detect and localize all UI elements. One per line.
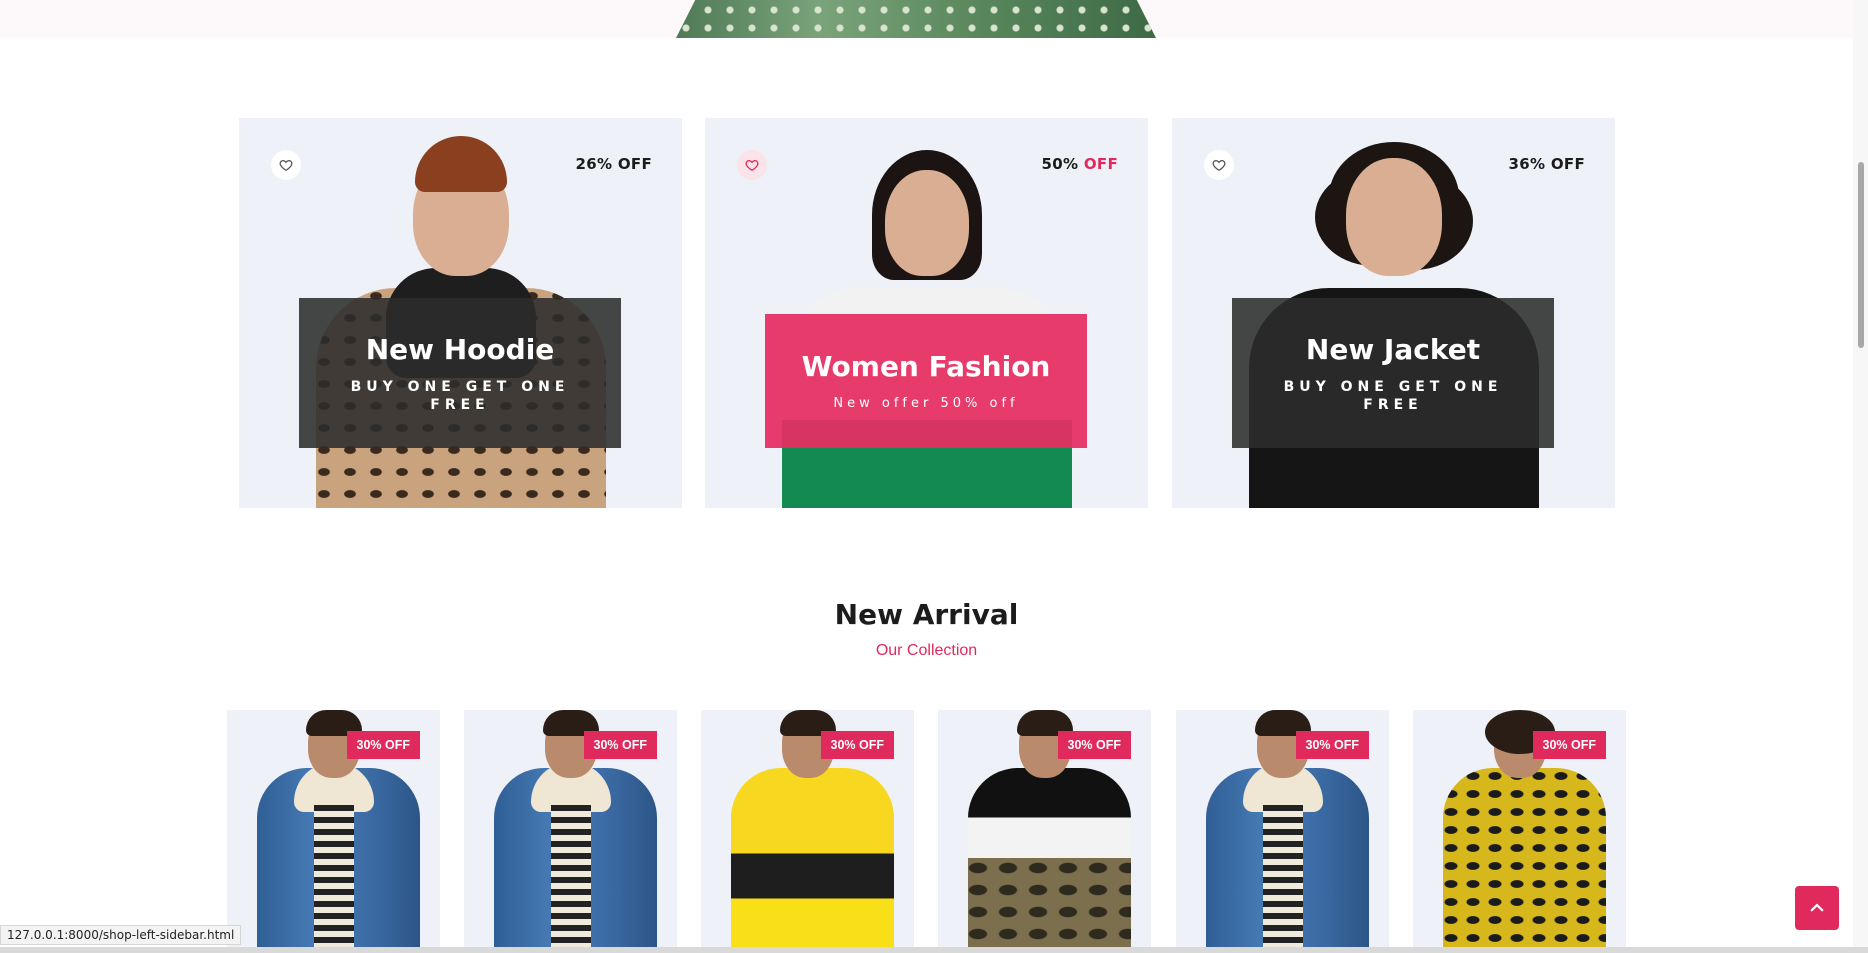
wishlist-heart-icon[interactable] (737, 150, 767, 180)
product-card[interactable]: 30% OFF (464, 710, 677, 953)
discount-badge: 30% OFF (346, 731, 420, 759)
promo-card-women-fashion[interactable]: 50% OFF Women Fashion New offer 50% off (705, 118, 1148, 508)
status-bar-url: 127.0.0.1:8000/shop-left-sidebar.html (0, 925, 242, 945)
wishlist-heart-icon[interactable] (271, 150, 301, 180)
hero-banner-bottom (0, 0, 1868, 38)
hero-model-image (676, 0, 1156, 38)
discount-badge: 30% OFF (820, 731, 894, 759)
promo-subtitle: New offer 50% off (833, 395, 1019, 411)
vertical-scrollbar[interactable] (1853, 0, 1868, 953)
product-image (731, 768, 894, 953)
discount-label: 50% OFF (1041, 155, 1118, 173)
promo-title: Women Fashion (801, 349, 1051, 383)
wishlist-heart-icon[interactable] (1204, 150, 1234, 180)
promo-title: New Jacket (1305, 332, 1481, 366)
discount-label: 36% OFF (1508, 155, 1585, 173)
product-card[interactable]: 30% OFF (701, 710, 914, 953)
promo-subtitle: BUY ONE GET ONE FREE (350, 378, 570, 413)
promo-card-jacket[interactable]: 36% OFF New Jacket BUY ONE GET ONE FREE (1172, 118, 1615, 508)
promo-overlay[interactable]: Women Fashion New offer 50% off (765, 314, 1087, 448)
product-card[interactable]: 30% OFF (1413, 710, 1626, 953)
promo-subtitle: BUY ONE GET ONE FREE (1283, 378, 1503, 413)
promo-title: New Hoodie (365, 332, 555, 366)
promo-overlay[interactable]: New Jacket BUY ONE GET ONE FREE (1232, 298, 1554, 448)
discount-label: 26% OFF (575, 155, 652, 173)
scrollbar-thumb[interactable] (1858, 162, 1864, 348)
product-card[interactable]: 30% OFF (938, 710, 1151, 953)
section-subtitle: Our Collection (875, 642, 978, 659)
product-card[interactable]: 30% OFF (227, 710, 440, 953)
discount-badge: 30% OFF (1532, 731, 1606, 759)
window-bottom-border (0, 947, 1868, 953)
promo-card-hoodie[interactable]: 26% OFF New Hoodie BUY ONE GET ONE FREE (239, 118, 682, 508)
discount-badge: 30% OFF (583, 731, 657, 759)
promo-overlay[interactable]: New Hoodie BUY ONE GET ONE FREE (299, 298, 621, 448)
scroll-to-top-button[interactable] (1795, 886, 1839, 930)
chevron-up-icon (1810, 903, 1824, 912)
product-card[interactable]: 30% OFF (1176, 710, 1389, 953)
discount-badge: 30% OFF (1295, 731, 1369, 759)
product-image (1443, 768, 1606, 953)
discount-badge: 30% OFF (1057, 731, 1131, 759)
section-title: New Arrival (834, 598, 1019, 631)
product-image (968, 768, 1131, 953)
